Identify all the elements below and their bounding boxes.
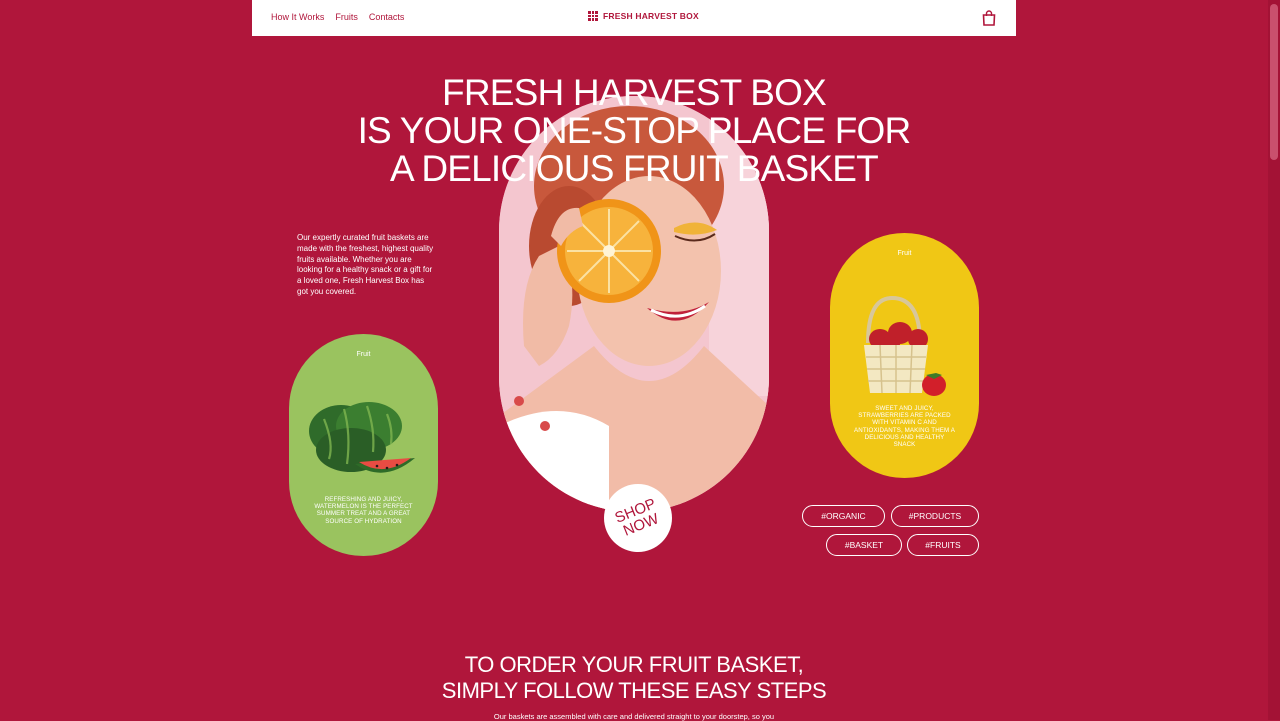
shop-now-button[interactable]: SHOP NOW (604, 484, 672, 552)
shopping-bag-icon[interactable] (982, 10, 996, 26)
strawberry-card[interactable]: Fruit Sweet and juicy, strawberries are … (830, 233, 979, 478)
card-tag: Fruit (897, 250, 912, 257)
steps-heading: TO ORDER YOUR FRUIT BASKET, SIMPLY FOLLO… (0, 652, 1268, 704)
grid-icon (588, 11, 598, 21)
intro-text: Our expertly curated fruit baskets are m… (297, 233, 434, 296)
card-tag: Fruit (356, 351, 371, 358)
scrollbar[interactable] (1268, 0, 1280, 720)
brand-logo[interactable]: FRESH HARVEST BOX (588, 11, 699, 21)
headline-line-2: IS YOUR ONE-STOP PLACE FOR (357, 110, 912, 151)
nav-link-contacts[interactable]: Contacts (369, 12, 405, 22)
hero-headline: FRESH HARVEST BOX IS YOUR ONE-STOP PLACE… (0, 74, 1268, 188)
steps-heading-line-2: SIMPLY FOLLOW THESE EASY STEPS (441, 678, 827, 703)
steps-heading-line-1: TO ORDER YOUR FRUIT BASKET, (464, 652, 804, 677)
headline-line-3: A DELICIOUS FRUIT BASKET (390, 148, 879, 189)
shop-now-label: SHOP NOW (612, 495, 664, 540)
nav-links: How It Works Fruits Contacts (271, 12, 404, 22)
top-nav: How It Works Fruits Contacts FRESH HARVE… (252, 0, 1016, 36)
brand-name: FRESH HARVEST BOX (603, 11, 699, 21)
tag-organic[interactable]: #ORGANIC (802, 505, 885, 527)
card-description: Refreshing and juicy, watermelon is the … (314, 496, 413, 525)
nav-link-fruits[interactable]: Fruits (335, 12, 358, 22)
scrollbar-thumb[interactable] (1270, 4, 1278, 160)
nav-link-how-it-works[interactable]: How It Works (271, 12, 324, 22)
watermelon-card[interactable]: Fruit Refreshing and juicy, watermelon i… (289, 334, 438, 556)
card-description: Sweet and juicy, strawberries are packed… (854, 405, 955, 449)
tag-products[interactable]: #PRODUCTS (891, 505, 979, 527)
tag-fruits[interactable]: #FRUITS (907, 534, 979, 556)
tag-basket[interactable]: #BASKET (826, 534, 902, 556)
headline-line-1: FRESH HARVEST BOX (442, 72, 827, 113)
